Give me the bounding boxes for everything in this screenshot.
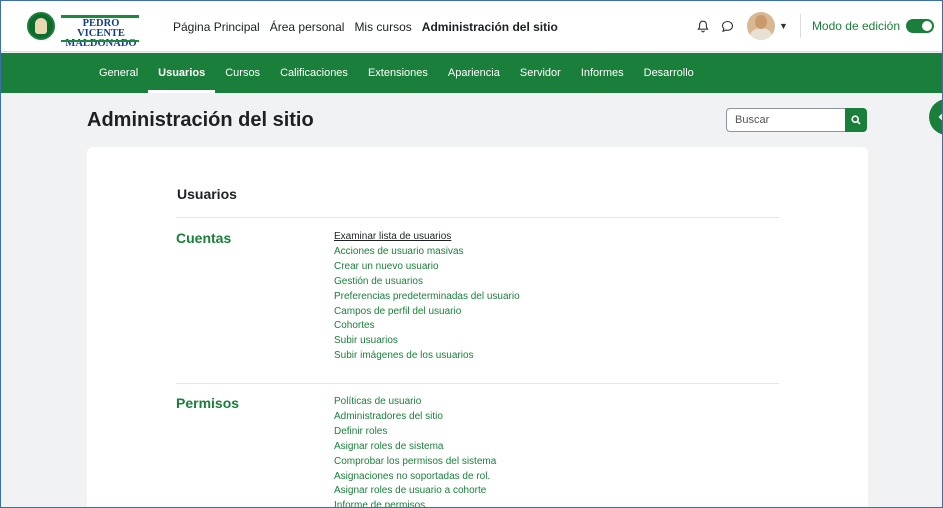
link-permissions-report[interactable]: Informe de permisos: [334, 499, 496, 507]
divider: [799, 14, 801, 38]
user-controls: ▼ Modo de edición: [689, 11, 934, 41]
divider: [176, 383, 779, 384]
logo-line-1: PEDRO VICENTE: [77, 18, 125, 39]
page-title: Administración del sitio: [87, 109, 314, 131]
top-navbar: PEDRO VICENTE MALDONADO Página Principal…: [1, 1, 942, 52]
primary-nav: Página Principal Área personal Mis curso…: [173, 20, 558, 34]
browser-viewport: PEDRO VICENTE MALDONADO Página Principal…: [0, 0, 943, 508]
edit-mode-label: Modo de edición: [811, 19, 900, 33]
link-upload-users[interactable]: Subir usuarios: [334, 334, 520, 349]
link-browse-users[interactable]: Examinar lista de usuarios: [334, 230, 520, 245]
category-title-accounts: Cuentas: [176, 230, 232, 246]
bell-icon[interactable]: [693, 16, 713, 36]
tab-general[interactable]: General: [89, 53, 148, 93]
link-assign-user-roles-to-cohort[interactable]: Asignar roles de usuario a cohorte: [334, 484, 496, 499]
link-user-policies[interactable]: Políticas de usuario: [334, 395, 496, 410]
site-logo[interactable]: PEDRO VICENTE MALDONADO: [23, 11, 141, 49]
accounts-link-list: Examinar lista de usuarios Acciones de u…: [334, 230, 520, 364]
secondary-nav: General Usuarios Cursos Calificaciones E…: [1, 53, 942, 93]
chat-bubble-icon[interactable]: [717, 16, 737, 36]
logo-seal-icon: [27, 12, 55, 40]
tab-plugins[interactable]: Extensiones: [358, 53, 438, 93]
link-site-administrators[interactable]: Administradores del sitio: [334, 410, 496, 425]
nav-dashboard[interactable]: Área personal: [270, 20, 345, 34]
chevron-down-icon[interactable]: ▼: [779, 21, 788, 31]
link-user-default-preferences[interactable]: Preferencias predeterminadas del usuario: [334, 290, 520, 305]
tab-users[interactable]: Usuarios: [148, 53, 216, 93]
nav-home[interactable]: Página Principal: [173, 20, 260, 34]
chevron-left-icon: [938, 113, 942, 121]
tab-server[interactable]: Servidor: [510, 53, 571, 93]
search-icon: [851, 115, 861, 125]
block-drawer-toggle[interactable]: [929, 99, 942, 135]
link-cohorts[interactable]: Cohortes: [334, 319, 520, 334]
link-user-profile-fields[interactable]: Campos de perfil del usuario: [334, 305, 520, 320]
search-input[interactable]: [726, 108, 845, 132]
link-check-system-permissions[interactable]: Comprobar los permisos del sistema: [334, 455, 496, 470]
link-unsupported-role-assignments[interactable]: Asignaciones no soportadas de rol.: [334, 470, 496, 485]
section-heading: Usuarios: [177, 186, 237, 202]
tab-development[interactable]: Desarrollo: [634, 53, 704, 93]
tab-courses[interactable]: Cursos: [215, 53, 270, 93]
edit-mode-toggle[interactable]: [906, 19, 934, 33]
permissions-link-list: Políticas de usuario Administradores del…: [334, 395, 496, 507]
tab-reports[interactable]: Informes: [571, 53, 634, 93]
link-assign-system-roles[interactable]: Asignar roles de sistema: [334, 440, 496, 455]
admin-content-card: Usuarios Cuentas Examinar lista de usuar…: [87, 147, 868, 507]
link-bulk-user-actions[interactable]: Acciones de usuario masivas: [334, 245, 520, 260]
search-button[interactable]: [845, 108, 867, 132]
link-define-roles[interactable]: Definir roles: [334, 425, 496, 440]
category-title-permissions: Permisos: [176, 395, 240, 411]
nav-site-admin[interactable]: Administración del sitio: [422, 20, 558, 34]
link-upload-user-pictures[interactable]: Subir imágenes de los usuarios: [334, 349, 520, 364]
link-add-new-user[interactable]: Crear un nuevo usuario: [334, 260, 520, 275]
admin-search: [726, 108, 867, 132]
tab-appearance[interactable]: Apariencia: [438, 53, 510, 93]
divider: [176, 217, 779, 218]
nav-my-courses[interactable]: Mis cursos: [354, 20, 411, 34]
tab-grades[interactable]: Calificaciones: [270, 53, 358, 93]
user-avatar[interactable]: [747, 12, 776, 40]
link-user-management[interactable]: Gestión de usuarios: [334, 275, 520, 290]
